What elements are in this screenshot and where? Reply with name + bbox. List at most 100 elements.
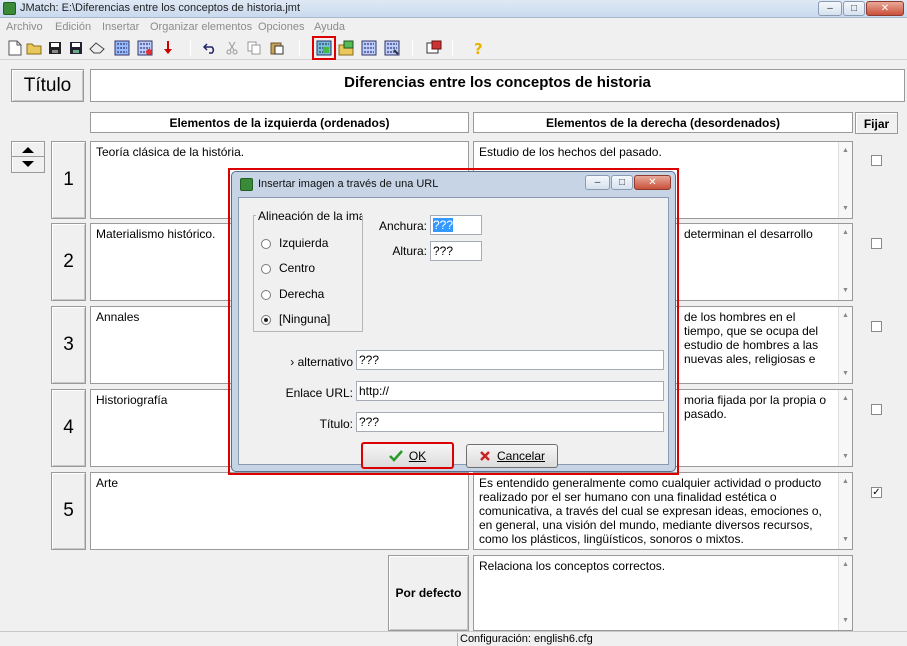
maximize-button[interactable]: □ xyxy=(843,1,865,16)
insert-link-alt-icon[interactable] xyxy=(383,39,401,57)
url-input[interactable]: http:// xyxy=(356,381,664,401)
insert-image-file-icon[interactable] xyxy=(337,39,355,57)
export-down-icon[interactable] xyxy=(159,39,177,57)
alignment-group-label: Alineación de la ima xyxy=(256,209,362,223)
scrollbar[interactable]: ▲ ▼ xyxy=(838,473,852,549)
scrollbar[interactable]: ▲ ▼ xyxy=(838,390,852,466)
close-button[interactable]: ✕ xyxy=(866,1,904,16)
height-input[interactable]: ??? xyxy=(430,241,482,261)
menu-opciones[interactable]: Opciones xyxy=(258,21,304,33)
move-row-buttons xyxy=(11,141,45,173)
right-item-text: de los hombres en el tiempo, que se ocup… xyxy=(684,310,819,366)
row-number: 4 xyxy=(51,389,86,467)
title-input[interactable]: Diferencias entre los conceptos de histo… xyxy=(90,69,905,102)
ok-button[interactable]: OK xyxy=(361,442,454,469)
scrollbar[interactable]: ▲ ▼ xyxy=(838,224,852,300)
minimize-button[interactable]: – xyxy=(818,1,842,16)
default-text-field[interactable]: Relaciona los conceptos correctos. ▲ ▼ xyxy=(473,555,853,631)
checkmark-icon xyxy=(388,449,403,462)
scrollbar[interactable]: ▲ ▼ xyxy=(838,142,852,218)
width-label: Anchura: xyxy=(378,219,427,233)
ok-button-label: OK xyxy=(408,448,427,463)
menu-edicion[interactable]: Edición xyxy=(55,21,91,33)
align-none-label[interactable]: [Ninguna] xyxy=(279,312,330,326)
image-title-label: Título: xyxy=(319,417,353,431)
dialog-title: Insertar imagen a través de una URL xyxy=(258,178,439,190)
right-item-text: Estudio de los hechos del pasado. xyxy=(479,145,662,159)
export-web-icon[interactable] xyxy=(113,39,131,57)
image-title-input[interactable]: ??? xyxy=(356,412,664,432)
config-icon[interactable] xyxy=(425,39,443,57)
help-icon[interactable]: ? xyxy=(470,39,488,57)
cross-icon xyxy=(480,451,490,461)
toolbar: ? xyxy=(0,36,907,60)
cancel-button[interactable]: Cancelar xyxy=(466,444,558,468)
alt-text-input[interactable]: ??? xyxy=(356,350,664,370)
svg-text:?: ? xyxy=(474,40,483,56)
right-item-text: determinan el desarrollo xyxy=(684,227,813,241)
move-down-button[interactable] xyxy=(12,157,44,172)
left-column-header: Elementos de la izquierda (ordenados) xyxy=(90,112,469,133)
height-label: Altura: xyxy=(392,244,427,258)
arrow-down-icon xyxy=(22,161,34,167)
undo-icon[interactable] xyxy=(201,39,219,57)
toolbar-separator xyxy=(452,40,453,56)
fix-checkbox[interactable] xyxy=(871,321,882,332)
window-title: JMatch: E:\Diferencias entre los concept… xyxy=(20,2,301,14)
row-number: 2 xyxy=(51,223,86,301)
menu-insertar[interactable]: Insertar xyxy=(102,21,139,33)
fix-checkbox[interactable]: ✓ xyxy=(871,487,882,498)
width-value: ??? xyxy=(433,218,454,232)
width-input[interactable]: ??? xyxy=(430,215,482,235)
left-item-field[interactable]: Arte xyxy=(90,472,469,550)
fix-column-header[interactable]: Fijar xyxy=(855,112,898,134)
insert-link-icon[interactable] xyxy=(360,39,378,57)
title-label-button[interactable]: Título xyxy=(11,69,84,102)
align-right-radio[interactable] xyxy=(261,290,271,300)
insert-image-url-icon[interactable] xyxy=(312,36,336,60)
save-icon[interactable] xyxy=(46,39,64,57)
arrow-up-icon xyxy=(22,147,34,153)
dialog-minimize-button[interactable]: – xyxy=(585,175,610,190)
toolbar-separator xyxy=(299,40,300,56)
default-button[interactable]: Por defecto xyxy=(388,555,469,631)
cut-icon[interactable] xyxy=(223,39,241,57)
align-right-label[interactable]: Derecha xyxy=(279,287,324,301)
status-bar: Configuración: english6.cfg xyxy=(0,631,907,646)
fix-checkbox[interactable] xyxy=(871,155,882,166)
export-web-alt-icon[interactable] xyxy=(136,39,154,57)
right-item-text: Es entendido generalmente como cualquier… xyxy=(479,476,822,546)
scrollbar[interactable]: ▲ ▼ xyxy=(838,556,852,630)
dialog-maximize-button[interactable]: □ xyxy=(611,175,633,190)
row-number: 5 xyxy=(51,472,86,550)
fix-checkbox[interactable] xyxy=(871,238,882,249)
cancel-button-label: Cancelar xyxy=(496,449,546,463)
app-icon xyxy=(3,2,16,15)
paste-icon[interactable] xyxy=(268,39,286,57)
fix-checkbox[interactable] xyxy=(871,404,882,415)
eraser-icon[interactable] xyxy=(88,39,106,57)
move-up-button[interactable] xyxy=(12,142,44,157)
align-none-radio[interactable] xyxy=(261,315,271,325)
dialog-close-button[interactable]: ✕ xyxy=(634,175,671,190)
save-as-icon[interactable] xyxy=(67,39,85,57)
new-file-icon[interactable] xyxy=(6,39,24,57)
align-left-radio[interactable] xyxy=(261,239,271,249)
menu-organizar-elementos[interactable]: Organizar elementos xyxy=(150,21,252,33)
right-item-text: moria fijada por la propia o pasado. xyxy=(684,393,827,421)
row-number: 1 xyxy=(51,141,86,219)
right-item-field[interactable]: Es entendido generalmente como cualquier… xyxy=(473,472,853,550)
status-config: Configuración: english6.cfg xyxy=(457,633,907,646)
align-left-label[interactable]: Izquierda xyxy=(279,236,328,250)
menu-archivo[interactable]: Archivo xyxy=(6,21,43,33)
align-center-radio[interactable] xyxy=(261,264,271,274)
insert-image-url-dialog: Insertar imagen a través de una URL – □ … xyxy=(231,171,676,472)
row-number: 3 xyxy=(51,306,86,384)
menu-ayuda[interactable]: Ayuda xyxy=(314,21,345,33)
align-center-label[interactable]: Centro xyxy=(279,261,315,275)
window-title-bar: JMatch: E:\Diferencias entre los concept… xyxy=(0,0,907,18)
scrollbar[interactable]: ▲ ▼ xyxy=(838,307,852,383)
copy-icon[interactable] xyxy=(245,39,263,57)
right-column-header: Elementos de la derecha (desordenados) xyxy=(473,112,853,133)
open-folder-icon[interactable] xyxy=(25,39,43,57)
